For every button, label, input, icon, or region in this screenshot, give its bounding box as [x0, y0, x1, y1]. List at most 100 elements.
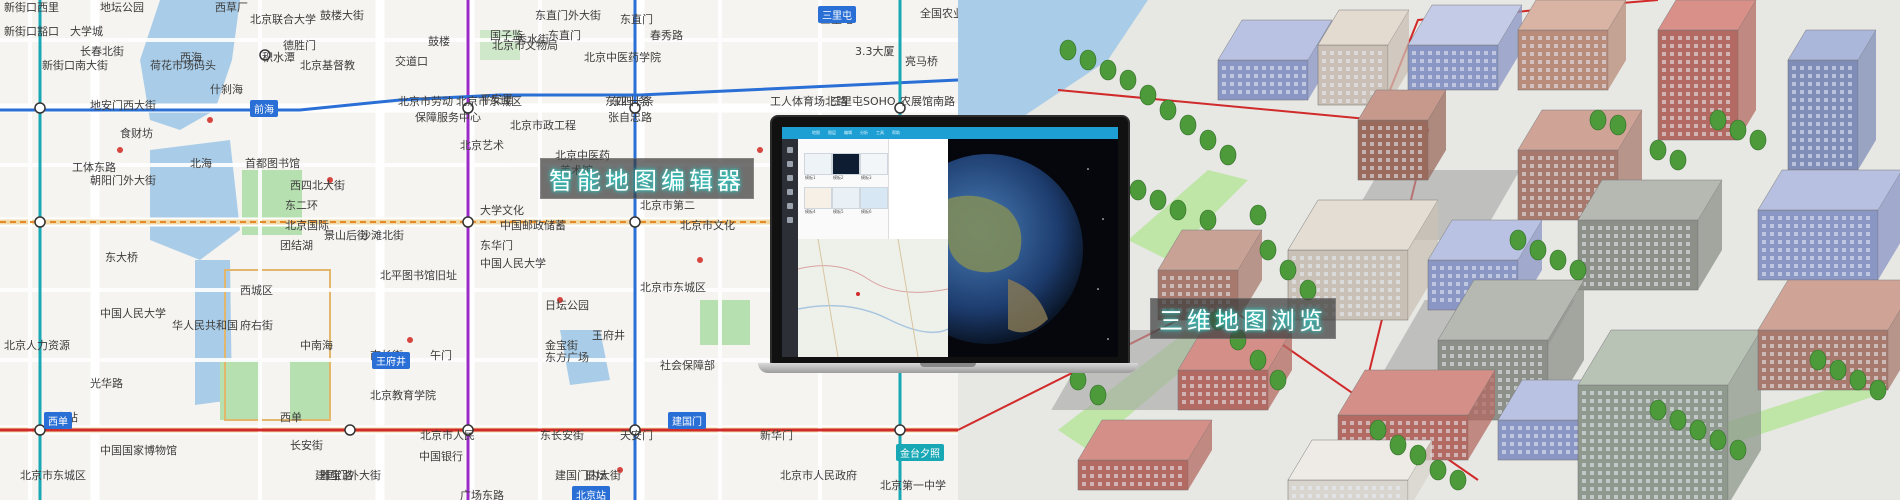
building-window — [1786, 216, 1790, 220]
building-window — [1686, 60, 1690, 64]
building-window — [1842, 240, 1846, 244]
building-window — [1710, 415, 1714, 419]
building-window — [1562, 44, 1566, 48]
building-window — [1468, 83, 1472, 87]
building-window — [1832, 90, 1836, 94]
building-window — [1380, 288, 1384, 292]
building-window — [1378, 166, 1382, 170]
building-window — [1662, 242, 1666, 246]
building-window — [1316, 264, 1320, 268]
building-window — [1546, 164, 1550, 168]
building-window — [1294, 90, 1298, 94]
building-window — [1562, 60, 1566, 64]
map-place-label: 北京市人民政府 — [780, 469, 857, 482]
building-window — [1816, 146, 1820, 150]
building-window — [1794, 232, 1798, 236]
building-window — [1294, 66, 1298, 70]
building-window — [1606, 471, 1610, 475]
building-window — [1386, 174, 1390, 178]
building-window — [1488, 274, 1492, 278]
building-window — [1522, 156, 1526, 160]
building-window — [1778, 360, 1782, 364]
building-window — [1456, 282, 1460, 286]
building-window — [1826, 336, 1830, 340]
metro-station-badge: 西单 — [44, 412, 72, 429]
building-window — [1222, 74, 1226, 78]
building-window — [1770, 264, 1774, 268]
building-window — [1598, 226, 1602, 230]
building-window — [1162, 474, 1166, 478]
building-window — [1570, 164, 1574, 168]
tool-icon — [787, 147, 793, 153]
building-window — [1686, 487, 1690, 491]
map-place-label: 朝阳门外大街 — [90, 174, 156, 187]
building-window — [1438, 453, 1442, 457]
building-window — [1546, 68, 1550, 72]
building-window — [1850, 216, 1854, 220]
building-window — [1686, 76, 1690, 80]
building-window — [1792, 74, 1796, 78]
building-window — [1484, 67, 1488, 71]
building-window — [1538, 212, 1542, 216]
building-window — [1378, 150, 1382, 154]
building-window — [1146, 466, 1150, 470]
building-window — [1354, 59, 1358, 63]
tree-icon — [1369, 419, 1387, 441]
building-window — [1778, 344, 1782, 348]
building-window — [1694, 391, 1698, 395]
building-window — [1630, 282, 1634, 286]
building-window — [1802, 264, 1806, 268]
building-window — [1582, 471, 1586, 475]
building-window — [1330, 59, 1334, 63]
building-window — [1484, 59, 1488, 63]
building-window — [1762, 216, 1766, 220]
building-window — [1354, 99, 1358, 103]
building-window — [1654, 274, 1658, 278]
building-window — [1762, 240, 1766, 244]
building-window — [1834, 272, 1838, 276]
building-window — [1308, 256, 1312, 260]
building-window — [1800, 74, 1804, 78]
building-window — [1670, 407, 1674, 411]
building-window — [1810, 376, 1814, 380]
building-window — [1726, 52, 1730, 56]
building-window — [1338, 91, 1342, 95]
building-window — [1570, 188, 1574, 192]
building-window — [1622, 234, 1626, 238]
building-window — [1662, 100, 1666, 104]
building-window — [1364, 486, 1368, 490]
building-window — [1686, 108, 1690, 112]
building-window — [1614, 455, 1618, 459]
building-window — [1606, 479, 1610, 483]
building-window — [1874, 360, 1878, 364]
building-window — [1378, 67, 1382, 71]
building-window — [1570, 156, 1574, 160]
building-window — [1686, 84, 1690, 88]
building-window — [1792, 106, 1796, 110]
building-window — [1554, 204, 1558, 208]
tool-icon — [787, 203, 793, 209]
building-window — [1598, 242, 1602, 246]
tree-icon — [1199, 129, 1217, 151]
building-window — [1442, 346, 1446, 350]
building-window — [1606, 391, 1610, 395]
building-window — [1530, 76, 1534, 80]
building-window — [1438, 421, 1442, 425]
building-window — [1338, 51, 1342, 55]
building-window — [1848, 146, 1852, 150]
building-window — [1362, 142, 1366, 146]
building-window — [1446, 429, 1450, 433]
building-window — [1222, 66, 1226, 70]
building-window — [1530, 172, 1534, 176]
building-window — [1406, 421, 1410, 425]
building-window — [1646, 471, 1650, 475]
building-window — [1808, 98, 1812, 102]
building-window — [1358, 421, 1362, 425]
building-window — [1678, 234, 1682, 238]
building-window — [1154, 474, 1158, 478]
building-window — [1498, 410, 1502, 414]
building-window — [1654, 242, 1658, 246]
building-window — [1842, 256, 1846, 260]
building-window — [1686, 242, 1690, 246]
building-window — [1614, 407, 1618, 411]
